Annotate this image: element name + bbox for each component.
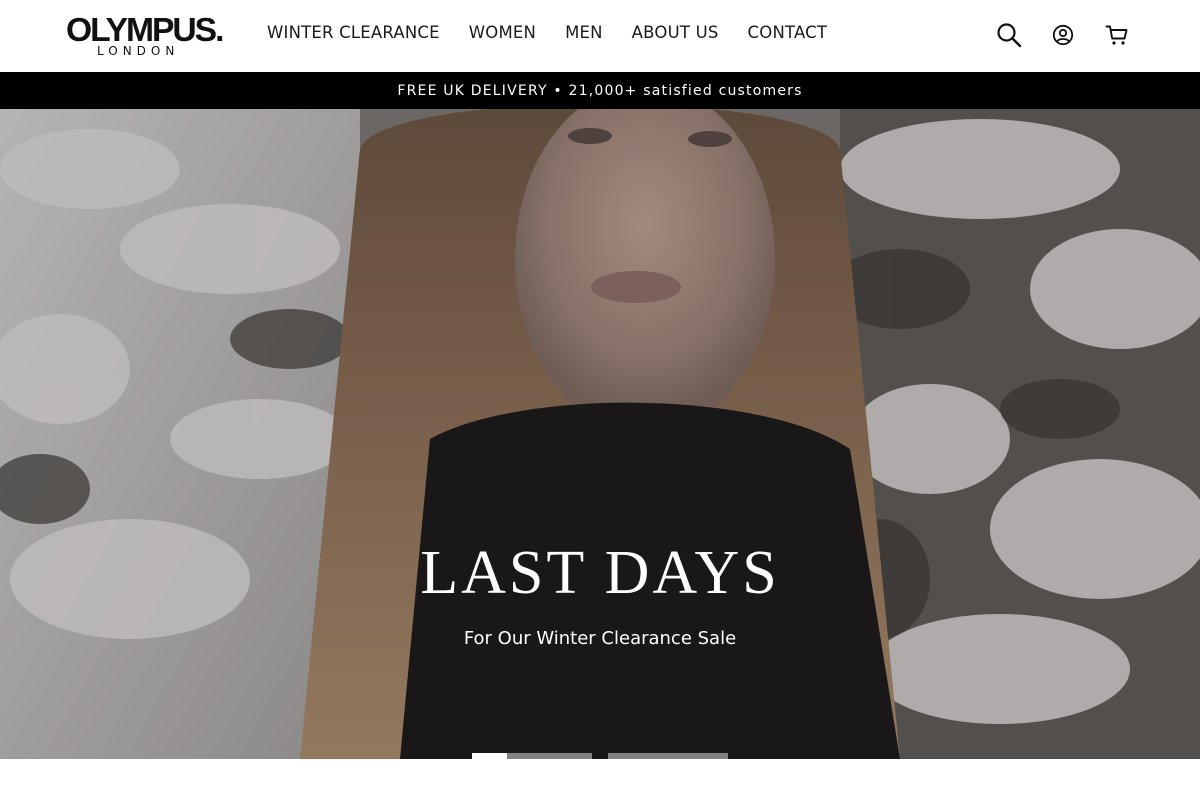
search-icon[interactable] bbox=[996, 22, 1022, 48]
nav-item-winter-clearance[interactable]: WINTER CLEARANCE bbox=[267, 21, 440, 45]
header-icons bbox=[996, 22, 1130, 48]
slide-progress-fill bbox=[472, 753, 507, 759]
account-icon[interactable] bbox=[1050, 22, 1076, 48]
announcement-text: FREE UK DELIVERY • 21,000+ satisfied cus… bbox=[397, 82, 803, 99]
hero-overlay bbox=[0, 109, 1200, 759]
hero-subtitle: For Our Winter Clearance Sale bbox=[463, 628, 737, 649]
logo-wordmark: OLYMPUS. bbox=[66, 11, 224, 48]
nav-item-women[interactable]: WOMEN bbox=[469, 21, 536, 45]
announcement-bar: FREE UK DELIVERY • 21,000+ satisfied cus… bbox=[0, 72, 1200, 109]
cart-icon[interactable] bbox=[1104, 22, 1130, 48]
nav-item-about-us[interactable]: ABOUT US bbox=[632, 21, 719, 45]
nav-item-contact[interactable]: CONTACT bbox=[748, 21, 828, 45]
slideshow-indicators bbox=[472, 753, 728, 759]
logo-subtitle: LONDON bbox=[97, 44, 180, 58]
main-nav: WINTER CLEARANCE WOMEN MEN ABOUT US CONT… bbox=[267, 21, 856, 45]
hero-title: LAST DAYS bbox=[420, 539, 780, 607]
nav-item-men[interactable]: MEN bbox=[565, 21, 603, 45]
slide-indicator-1[interactable] bbox=[472, 753, 592, 759]
site-header: OLYMPUS. LONDON WINTER CLEARANCE WOMEN M… bbox=[0, 0, 1200, 72]
hero-banner[interactable]: LAST DAYS For Our Winter Clearance Sale bbox=[0, 109, 1200, 759]
slide-indicator-2[interactable] bbox=[608, 753, 728, 759]
brand-logo[interactable]: OLYMPUS. LONDON bbox=[66, 12, 224, 60]
